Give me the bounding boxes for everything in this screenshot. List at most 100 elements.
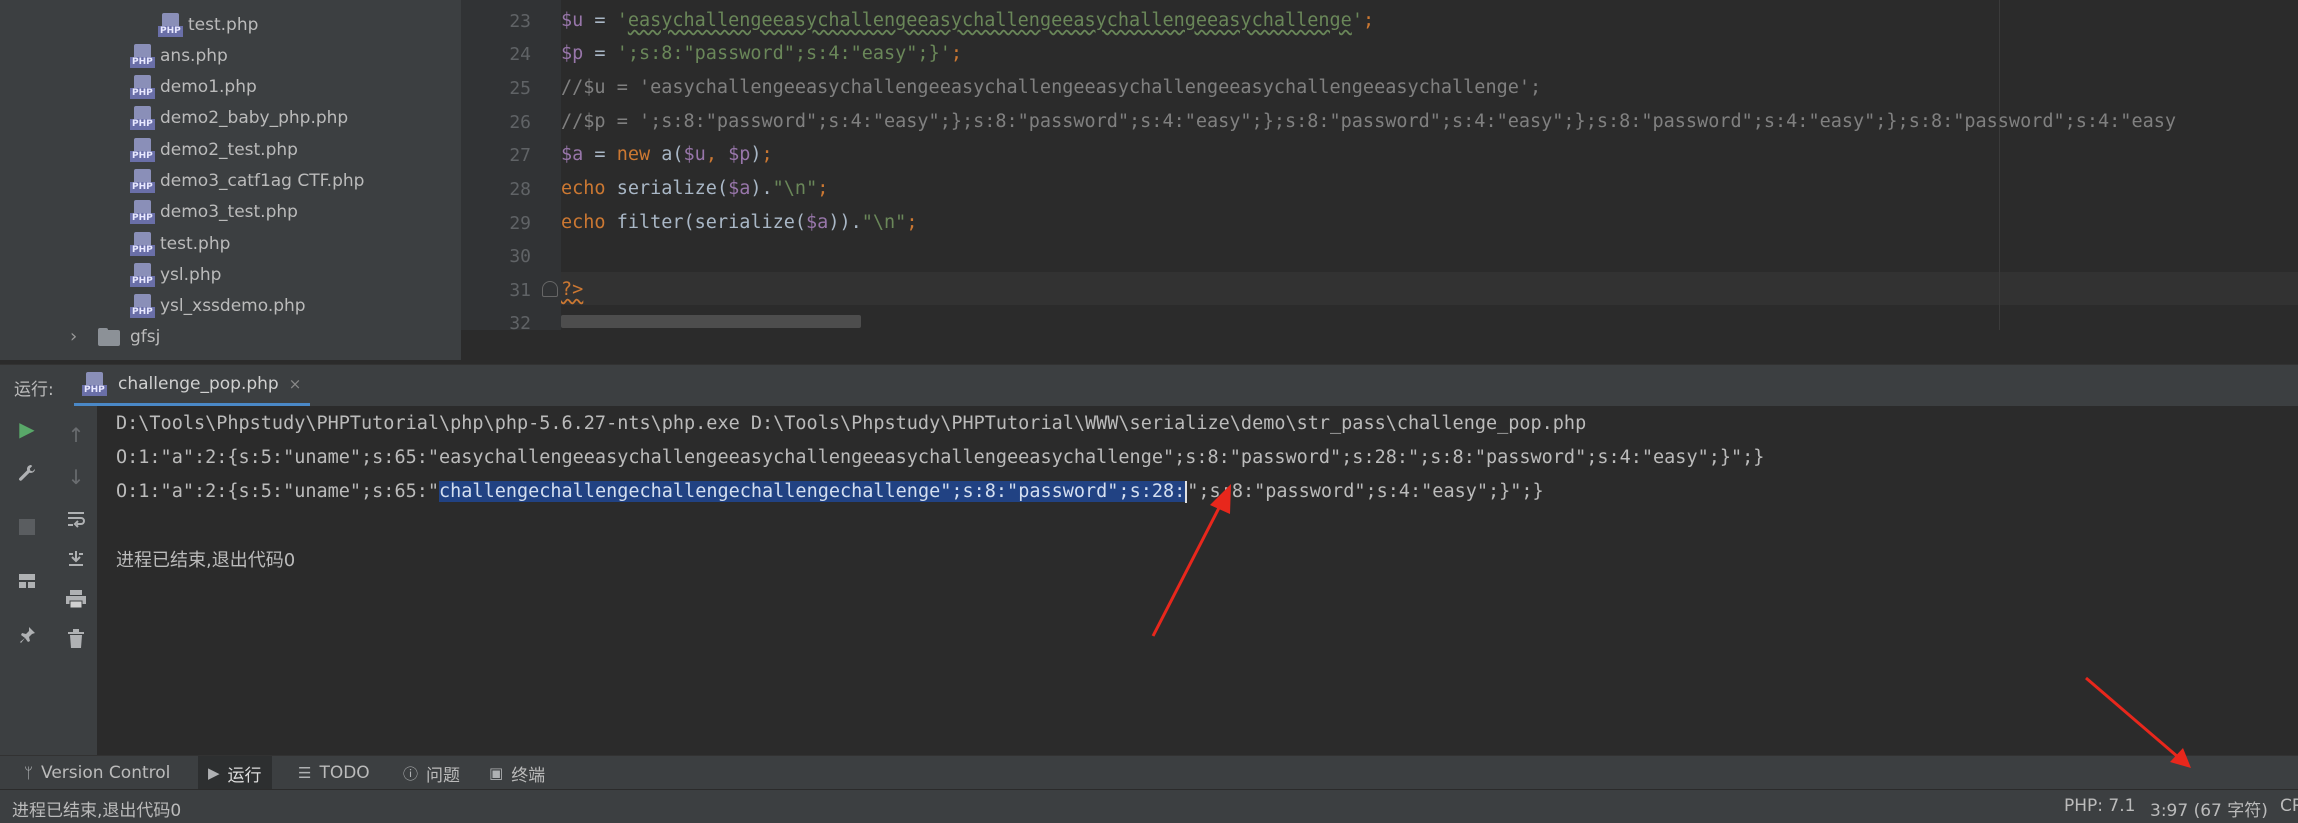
tree-file-test-php[interactable]: PHP test.php — [130, 228, 230, 259]
tree-file-demo1-php[interactable]: PHP demo1.php — [130, 71, 257, 102]
tree-item-label: demo1.php — [160, 76, 257, 97]
tree-file-ans-php[interactable]: PHP ans.php — [130, 40, 228, 71]
close-icon[interactable]: × — [289, 375, 302, 393]
run-toolbar-primary: ▶ — [0, 406, 54, 755]
tree-file-ysl-php[interactable]: PHP ysl.php — [130, 259, 221, 290]
console-selected-text: challengechallengechallengechallengechal… — [439, 481, 1186, 502]
tree-item-label: ysl_xssdemo.php — [160, 295, 306, 316]
tree-item-label: demo3_test.php — [160, 201, 298, 222]
code-line-24: $p = ';s:8:"password";s:4:"easy";}'; — [561, 43, 962, 64]
tab-label: 问题 — [426, 765, 461, 786]
line-number: 32 — [509, 313, 531, 334]
php-file-icon: PHP — [130, 43, 155, 68]
tree-file-demo3-catf1ag-php[interactable]: PHP demo3_catf1ag CTF.php — [130, 165, 364, 196]
layout-icon[interactable] — [12, 566, 42, 596]
line-number: 24 — [509, 44, 531, 65]
wrench-icon[interactable] — [12, 458, 42, 488]
soft-wrap-icon[interactable] — [61, 504, 91, 534]
arrow-up-icon[interactable]: ↑ — [61, 420, 91, 450]
stop-icon[interactable] — [12, 512, 42, 542]
php-file-icon: PHP — [82, 372, 107, 396]
run-panel-label: 运行: — [14, 380, 54, 400]
tree-file-test-php-nested[interactable]: PHP test.php — [158, 9, 258, 40]
line-number: 28 — [509, 179, 531, 200]
trash-icon[interactable] — [61, 624, 91, 654]
code-line-26: //$p = ';s:8:"password";s:4:"easy";};s:8… — [561, 111, 2177, 132]
tree-item-label: demo3_catf1ag CTF.php — [160, 170, 365, 191]
pin-icon[interactable] — [12, 620, 42, 650]
tree-folder-label: gfsj — [130, 326, 161, 347]
console-exit-message: 进程已结束,退出代码0 — [116, 550, 296, 571]
php-file-icon: PHP — [130, 231, 155, 256]
tree-item-label: demo2_baby_php.php — [160, 107, 349, 128]
tree-file-demo3-test-php[interactable]: PHP demo3_test.php — [130, 196, 298, 227]
folder-icon — [98, 327, 122, 346]
caret-position-indicator[interactable]: 3:97 (67 字符) — [2150, 796, 2268, 821]
run-toolbar-secondary: ↑ ↓ — [54, 406, 98, 755]
current-line-highlight — [561, 272, 2298, 305]
line-number: 25 — [509, 78, 531, 99]
branch-icon: ᛘ — [24, 764, 34, 782]
php-file-icon: PHP — [130, 293, 155, 318]
tree-file-demo2-baby-php[interactable]: PHP demo2_baby_php.php — [130, 102, 348, 133]
console-output-line-2: O:1:"a":2:{s:5:"uname";s:65:"challengech… — [116, 481, 1544, 503]
tab-label: TODO — [319, 763, 370, 783]
code-line-28: echo serialize($a)."\n"; — [561, 178, 829, 199]
run-console[interactable]: D:\Tools\Phpstudy\PHPTutorial\php\php-5.… — [98, 406, 2298, 755]
editor-gutter: 23 24 25 26 27 28 29 30 31 32 — [461, 0, 561, 334]
console-output-suffix: ";s:8:"password";s:4:"easy";}";} — [1187, 481, 1544, 502]
fold-marker-icon[interactable] — [542, 281, 558, 297]
run-panel-header: 运行: PHP challenge_pop.php × — [0, 364, 2298, 407]
php-file-icon: PHP — [158, 12, 183, 37]
tab-todo[interactable]: ☰ TODO — [288, 756, 380, 790]
line-number: 31 — [509, 280, 531, 301]
line-number: 30 — [509, 246, 531, 267]
code-line-29: echo filter(serialize($a))."\n"; — [561, 212, 918, 233]
tab-label: 终端 — [511, 765, 546, 786]
chevron-right-icon[interactable]: › — [70, 326, 88, 347]
horizontal-scrollbar[interactable] — [561, 315, 861, 328]
tab-label: Version Control — [41, 763, 171, 783]
console-output-prefix: O:1:"a":2:{s:5:"uname";s:65:" — [116, 481, 440, 502]
console-output-line-1: O:1:"a":2:{s:5:"uname";s:65:"easychallen… — [116, 447, 1765, 468]
tree-item-label: demo2_test.php — [160, 139, 298, 160]
run-tab[interactable]: PHP challenge_pop.php × — [74, 365, 310, 407]
console-command-line: D:\Tools\Phpstudy\PHPTutorial\php\php-5.… — [116, 413, 1587, 434]
tree-item-label: ans.php — [160, 45, 228, 66]
line-number: 23 — [509, 11, 531, 32]
terminal-icon: ▣ — [489, 764, 504, 782]
tab-run[interactable]: ▶ 运行 — [198, 756, 272, 790]
tree-folder-gfsj[interactable]: › gfsj — [70, 321, 160, 352]
print-icon[interactable] — [61, 584, 91, 614]
tree-item-label: test.php — [160, 233, 231, 254]
php-file-icon: PHP — [130, 168, 155, 193]
php-file-icon: PHP — [130, 137, 155, 162]
tab-terminal[interactable]: ▣ 终端 — [479, 756, 555, 790]
line-number: 29 — [509, 213, 531, 234]
line-separator-indicator[interactable]: CR — [2280, 796, 2298, 816]
php-file-icon: PHP — [130, 105, 155, 130]
right-margin-guide — [1999, 0, 2000, 330]
php-version-indicator[interactable]: PHP: 7.1 — [2064, 796, 2135, 816]
php-file-icon: PHP — [130, 74, 155, 99]
rerun-icon[interactable]: ▶ — [12, 414, 42, 444]
tab-problems[interactable]: ⓘ 问题 — [393, 756, 470, 790]
code-editor[interactable]: $u = 'easychallengeeasychallengeeasychal… — [561, 0, 2298, 330]
tree-item-label: ysl.php — [160, 264, 222, 285]
run-icon: ▶ — [208, 764, 220, 782]
tab-version-control[interactable]: ᛘ Version Control — [14, 756, 180, 790]
code-line-25: //$u = 'easychallengeeasychallengeeasych… — [561, 77, 1542, 98]
project-tree: PHP test.php PHP ans.php PHP demo1.php P… — [0, 0, 461, 360]
code-line-27: $a = new a($u, $p); — [561, 144, 773, 165]
list-icon: ☰ — [298, 764, 312, 782]
tree-file-ysl-xssdemo-php[interactable]: PHP ysl_xssdemo.php — [130, 290, 306, 321]
code-line-31: ?> — [561, 279, 584, 300]
run-tab-label: challenge_pop.php — [118, 374, 279, 394]
line-number: 27 — [509, 145, 531, 166]
php-file-icon: PHP — [130, 199, 155, 224]
code-line-23: $u = 'easychallengeeasychallengeeasychal… — [561, 10, 1375, 31]
tree-item-label: test.php — [188, 14, 259, 35]
arrow-down-icon[interactable]: ↓ — [61, 462, 91, 492]
tree-file-demo2-test-php[interactable]: PHP demo2_test.php — [130, 134, 298, 165]
scroll-to-end-icon[interactable] — [61, 544, 91, 574]
